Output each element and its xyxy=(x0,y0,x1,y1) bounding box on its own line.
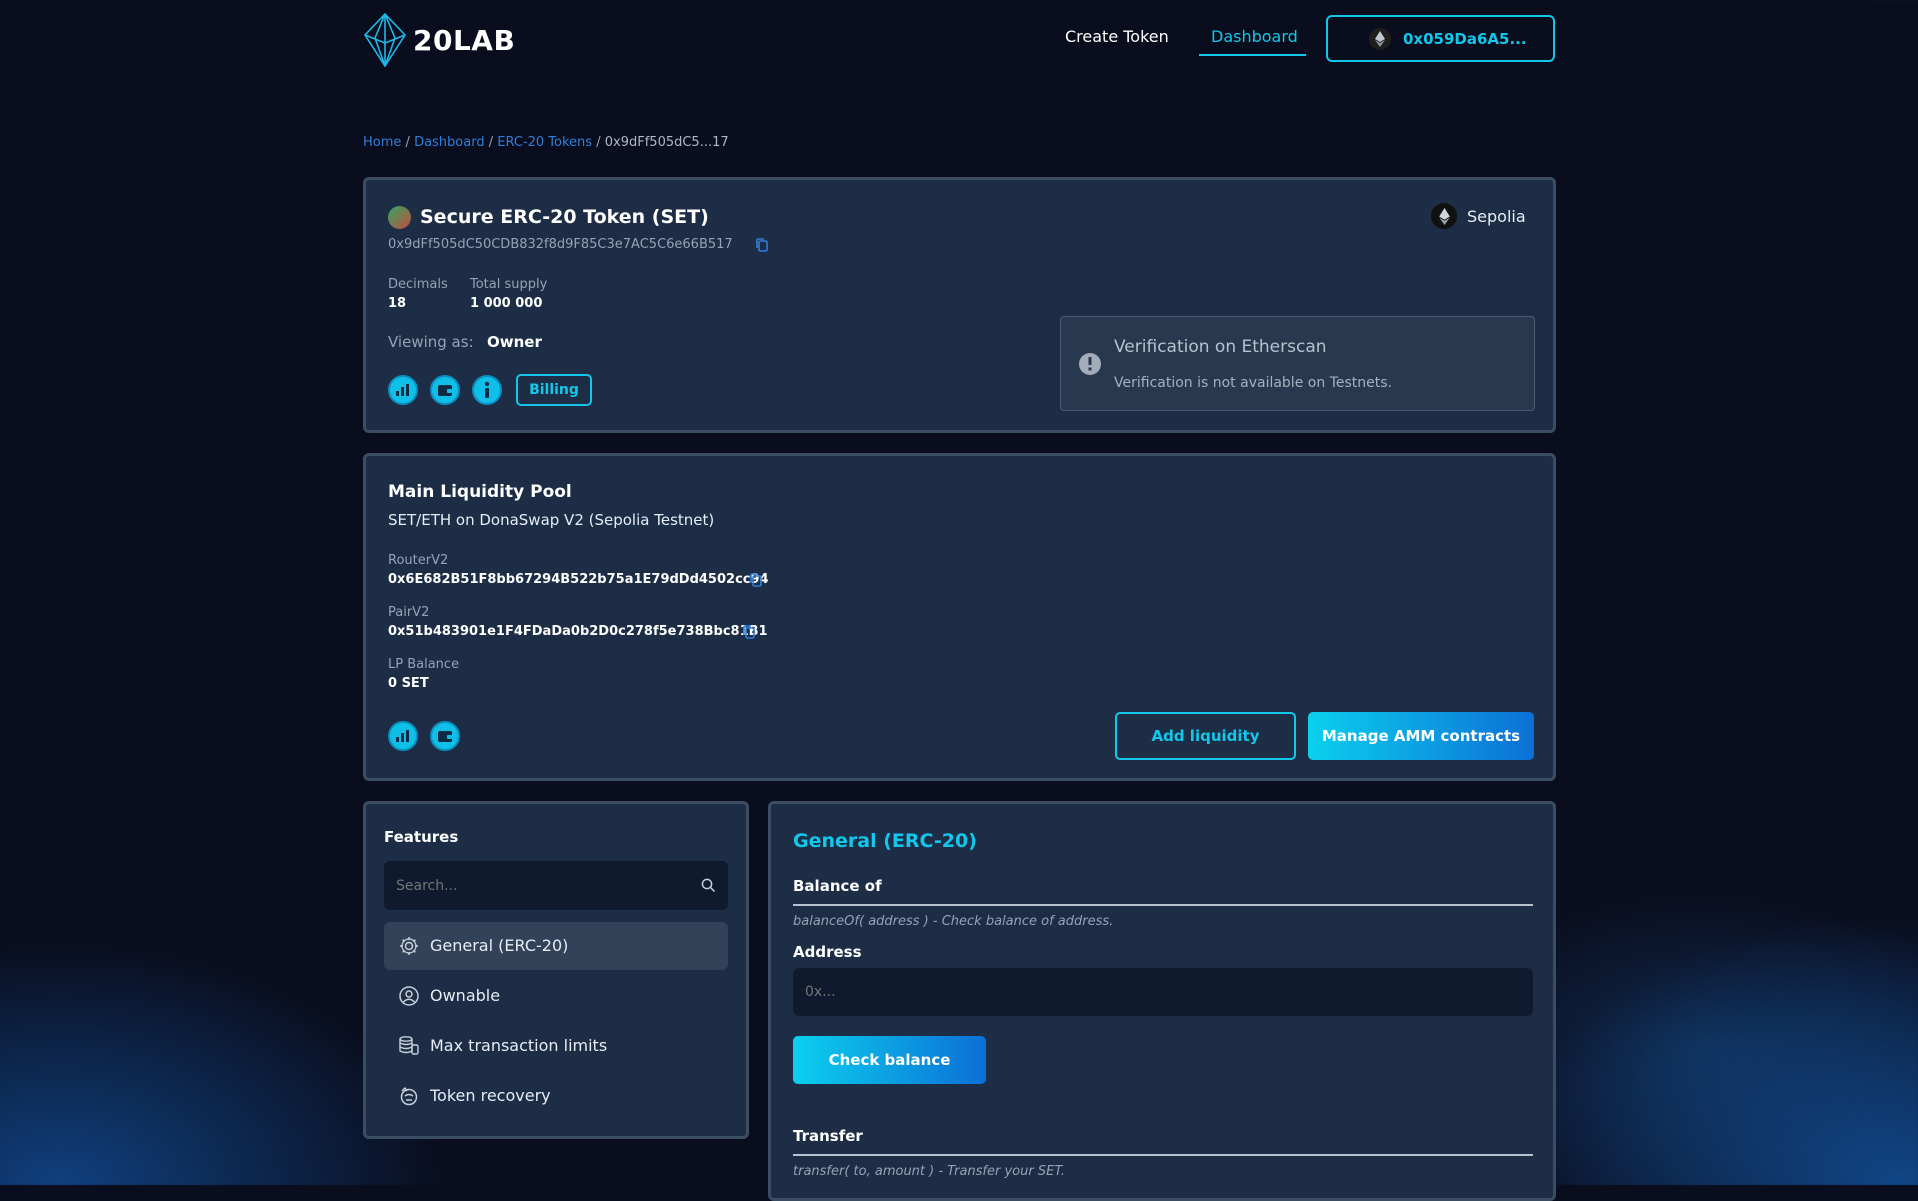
pool-title: Main Liquidity Pool xyxy=(388,482,572,502)
transfer-title: Transfer xyxy=(793,1127,863,1145)
liquidity-pool-card: Main Liquidity Pool SET/ETH on DonaSwap … xyxy=(363,453,1556,781)
nav-dashboard-label: Dashboard xyxy=(1211,27,1298,46)
manage-amm-label: Manage AMM contracts xyxy=(1321,727,1521,745)
search-icon[interactable] xyxy=(701,878,716,893)
wallet-icon[interactable] xyxy=(430,721,460,751)
chart-icon[interactable] xyxy=(388,721,418,751)
diamond-logo-icon xyxy=(363,13,407,67)
user-icon xyxy=(399,986,419,1006)
pool-subtitle: SET/ETH on DonaSwap V2 (Sepolia Testnet) xyxy=(388,511,715,529)
brand-name: 20LAB xyxy=(413,24,516,57)
manage-amm-button[interactable]: Manage AMM contracts xyxy=(1308,712,1534,760)
check-balance-label: Check balance xyxy=(828,1051,951,1069)
feature-item-label: General (ERC-20) xyxy=(430,936,569,955)
address-input[interactable] xyxy=(793,968,1533,1016)
token-name: Secure ERC-20 Token (SET) xyxy=(420,206,709,228)
lp-balance-label: LP Balance xyxy=(388,657,460,672)
features-title: Features xyxy=(384,828,459,846)
search-input[interactable] xyxy=(384,861,684,910)
breadcrumb: Home / Dashboard / ERC-20 Tokens / 0x9dF… xyxy=(363,135,729,150)
brand-logo[interactable]: 20LAB xyxy=(363,13,523,67)
nav-dashboard[interactable]: Dashboard xyxy=(1199,24,1306,56)
lp-balance-value: 0 SET xyxy=(388,676,429,691)
feature-item-label: Ownable xyxy=(430,986,501,1005)
breadcrumb-separator: / xyxy=(488,135,494,150)
ethereum-icon xyxy=(1369,28,1391,50)
wallet-icon[interactable] xyxy=(430,375,460,405)
address-label: Address xyxy=(793,943,862,961)
pair-label: PairV2 xyxy=(388,605,430,620)
token-address: 0x9dFf505dC50CDB832f8d9F85C3e7AC5C6e66B5… xyxy=(388,237,733,252)
recovery-icon xyxy=(400,1086,418,1106)
divider xyxy=(793,1154,1533,1156)
breadcrumb-erc20-tokens[interactable]: ERC-20 Tokens xyxy=(497,135,592,150)
transfer-description: transfer( to, amount ) - Transfer your S… xyxy=(793,1164,1065,1179)
verification-panel: Verification on Etherscan Verification i… xyxy=(1060,316,1535,411)
router-address: 0x6E682B51F8bb67294B522b75a1E79dDd4502cc… xyxy=(388,572,769,587)
gear-icon xyxy=(400,937,418,955)
viewing-as-label: Viewing as: xyxy=(388,333,474,351)
wallet-address: 0x059Da6A5... xyxy=(1403,30,1527,48)
token-avatar xyxy=(388,206,411,229)
feature-item-ownable[interactable]: Ownable xyxy=(384,972,728,1020)
viewing-as-role: Owner xyxy=(487,333,542,351)
pair-address: 0x51b483901e1F4FDaDa0b2D0c278f5e738Bbc81… xyxy=(388,624,768,639)
alert-icon xyxy=(1079,353,1101,375)
decimals-label: Decimals xyxy=(388,277,448,292)
breadcrumb-separator: / xyxy=(596,135,601,150)
balance-of-description: balanceOf( address ) - Check balance of … xyxy=(793,914,1114,929)
add-liquidity-label: Add liquidity xyxy=(1151,727,1260,745)
divider xyxy=(793,904,1533,906)
breadcrumb-current: 0x9dFf505dC5...17 xyxy=(604,135,729,150)
features-card: Features General (ERC-20) Ownable Max xyxy=(363,801,749,1139)
feature-item-label: Token recovery xyxy=(430,1086,551,1105)
copy-icon[interactable] xyxy=(749,572,763,588)
breadcrumb-home[interactable]: Home xyxy=(363,135,401,150)
features-search xyxy=(384,861,728,910)
network-badge: Sepolia xyxy=(1431,202,1531,230)
feature-item-label: Max transaction limits xyxy=(430,1036,608,1055)
check-balance-button[interactable]: Check balance xyxy=(793,1036,986,1084)
feature-item-max-transaction-limits[interactable]: Max transaction limits xyxy=(384,1022,728,1070)
nav-create-token[interactable]: Create Token xyxy=(1065,27,1169,46)
copy-icon[interactable] xyxy=(755,237,769,253)
verification-message: Verification is not available on Testnet… xyxy=(1114,375,1392,391)
info-icon[interactable] xyxy=(472,375,502,405)
breadcrumb-separator: / xyxy=(405,135,410,150)
billing-button[interactable]: Billing xyxy=(516,374,592,406)
network-name: Sepolia xyxy=(1467,207,1526,226)
verification-title: Verification on Etherscan xyxy=(1114,337,1327,357)
billing-label: Billing xyxy=(529,382,579,398)
general-title: General (ERC-20) xyxy=(793,830,977,852)
ethereum-icon xyxy=(1431,203,1457,229)
chart-icon[interactable] xyxy=(388,375,418,405)
total-supply-value: 1 000 000 xyxy=(470,296,543,311)
coins-icon xyxy=(399,1036,419,1055)
add-liquidity-button[interactable]: Add liquidity xyxy=(1115,712,1296,760)
breadcrumb-dashboard[interactable]: Dashboard xyxy=(414,135,485,150)
balance-of-title: Balance of xyxy=(793,877,882,895)
copy-icon[interactable] xyxy=(742,624,756,640)
feature-item-general[interactable]: General (ERC-20) xyxy=(384,922,728,970)
feature-item-token-recovery[interactable]: Token recovery xyxy=(384,1072,728,1120)
wallet-button[interactable]: 0x059Da6A5... xyxy=(1326,15,1555,62)
total-supply-label: Total supply xyxy=(470,277,548,292)
router-label: RouterV2 xyxy=(388,553,449,568)
general-card: General (ERC-20) Balance of balanceOf( a… xyxy=(768,801,1556,1201)
token-card: Secure ERC-20 Token (SET) 0x9dFf505dC50C… xyxy=(363,177,1556,433)
decimals-value: 18 xyxy=(388,296,407,311)
